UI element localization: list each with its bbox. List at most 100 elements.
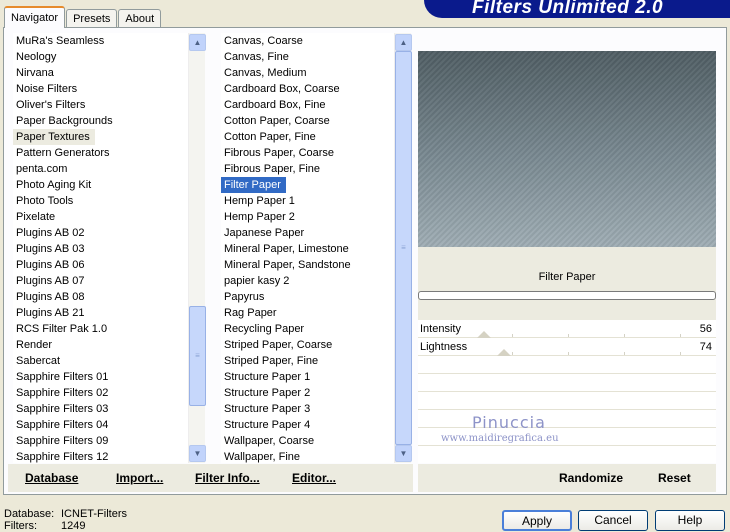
slider-value: 56 xyxy=(699,323,712,335)
filter-item[interactable]: Cardboard Box, Fine xyxy=(221,97,396,113)
filter-preview xyxy=(418,51,716,247)
slider-empty xyxy=(418,356,716,374)
scroll-up-icon[interactable]: ▲ xyxy=(189,34,206,51)
filter-item[interactable]: Mineral Paper, Sandstone xyxy=(221,257,396,273)
filter-item[interactable]: Rag Paper xyxy=(221,305,396,321)
filter-item[interactable]: Structure Paper 1 xyxy=(221,369,396,385)
progress-bar xyxy=(418,291,716,300)
tab-presets[interactable]: Presets xyxy=(66,9,118,28)
category-item[interactable]: Plugins AB 03 xyxy=(13,241,188,257)
slider-thumb[interactable] xyxy=(497,349,511,356)
category-item[interactable]: Plugins AB 06 xyxy=(13,257,188,273)
preview-spacer xyxy=(418,247,716,266)
category-item[interactable]: Neology xyxy=(13,49,188,65)
filter-item[interactable]: Recycling Paper xyxy=(221,321,396,337)
category-item[interactable]: Sapphire Filters 01 xyxy=(13,369,188,385)
slider-lightness[interactable]: Lightness 74 xyxy=(418,338,716,356)
scroll-up-icon[interactable]: ▲ xyxy=(395,34,412,51)
scroll-thumb[interactable]: ≡ xyxy=(395,51,412,445)
left-button-bar: Database Import... Filter Info... Editor… xyxy=(8,464,413,492)
import-button[interactable]: Import... xyxy=(116,471,163,485)
current-filter-name: Filter Paper xyxy=(418,266,716,288)
right-button-bar: Randomize Reset xyxy=(418,464,716,492)
editor-button[interactable]: Editor... xyxy=(292,471,336,485)
filter-list[interactable]: Canvas, Coarse Canvas, Fine Canvas, Medium… xyxy=(221,33,396,463)
tab-strip: Navigator Presets About xyxy=(4,6,162,28)
scroll-down-icon[interactable]: ▼ xyxy=(395,445,412,462)
slider-label: Intensity xyxy=(420,323,461,335)
status-database: Database: ICNET-Filters xyxy=(4,508,127,520)
category-item[interactable]: MuRa's Seamless xyxy=(13,33,188,49)
filter-item[interactable]: Papyrus xyxy=(221,289,396,305)
category-item[interactable]: Sapphire Filters 02 xyxy=(13,385,188,401)
filter-item[interactable]: Mineral Paper, Limestone xyxy=(221,241,396,257)
category-item[interactable]: penta.com xyxy=(13,161,188,177)
filter-item[interactable]: Hemp Paper 2 xyxy=(221,209,396,225)
category-item[interactable]: Sapphire Filters 03 xyxy=(13,401,188,417)
filter-item[interactable]: Wallpaper, Coarse xyxy=(221,433,396,449)
filter-item[interactable]: Cardboard Box, Coarse xyxy=(221,81,396,97)
slider-empty xyxy=(418,410,716,428)
category-item[interactable]: Sabercat xyxy=(13,353,188,369)
cancel-button[interactable]: Cancel xyxy=(578,510,648,531)
filter-item[interactable]: Japanese Paper xyxy=(221,225,396,241)
category-item[interactable]: Plugins AB 21 xyxy=(13,305,188,321)
category-item[interactable]: Noise Filters xyxy=(13,81,188,97)
watermark-name: Pinuccia xyxy=(472,413,546,432)
slider-thumb[interactable] xyxy=(477,331,491,338)
category-item[interactable]: Paper Textures xyxy=(13,129,95,145)
category-item[interactable]: Sapphire Filters 12 xyxy=(13,449,188,463)
filter-item[interactable]: Filter Paper xyxy=(221,177,286,193)
filter-item[interactable]: Hemp Paper 1 xyxy=(221,193,396,209)
reset-button[interactable]: Reset xyxy=(658,471,691,485)
slider-value: 74 xyxy=(699,341,712,353)
filter-item[interactable]: Canvas, Medium xyxy=(221,65,396,81)
category-item[interactable]: Photo Aging Kit xyxy=(13,177,188,193)
category-item[interactable]: Photo Tools xyxy=(13,193,188,209)
filter-item[interactable]: Canvas, Coarse xyxy=(221,33,396,49)
filter-item[interactable]: Fibrous Paper, Fine xyxy=(221,161,396,177)
filter-item[interactable]: Structure Paper 4 xyxy=(221,417,396,433)
status-filters-value: 1249 xyxy=(61,520,86,532)
category-item[interactable]: Plugins AB 08 xyxy=(13,289,188,305)
database-button[interactable]: Database xyxy=(25,471,78,485)
slider-empty xyxy=(418,392,716,410)
slider-empty xyxy=(418,374,716,392)
category-item[interactable]: Pixelate xyxy=(13,209,188,225)
apply-button[interactable]: Apply xyxy=(502,510,572,531)
filter-item[interactable]: Structure Paper 2 xyxy=(221,385,396,401)
status-filters-label: Filters: xyxy=(4,520,37,532)
category-item[interactable]: Render xyxy=(13,337,188,353)
filter-item[interactable]: Wallpaper, Fine xyxy=(221,449,396,463)
filter-info-button[interactable]: Filter Info... xyxy=(195,471,260,485)
tab-navigator[interactable]: Navigator xyxy=(4,6,66,28)
filter-item[interactable]: Cotton Paper, Fine xyxy=(221,129,396,145)
tab-about[interactable]: About xyxy=(118,9,162,28)
randomize-button[interactable]: Randomize xyxy=(559,471,623,485)
filter-item[interactable]: Striped Paper, Coarse xyxy=(221,337,396,353)
app-banner: Filters Unlimited 2.0 xyxy=(424,0,730,18)
category-item[interactable]: Plugins AB 02 xyxy=(13,225,188,241)
filter-item[interactable]: Striped Paper, Fine xyxy=(221,353,396,369)
category-item[interactable]: Nirvana xyxy=(13,65,188,81)
filter-item[interactable]: Canvas, Fine xyxy=(221,49,396,65)
category-item[interactable]: Sapphire Filters 04 xyxy=(13,417,188,433)
filter-item[interactable]: Fibrous Paper, Coarse xyxy=(221,145,396,161)
category-item[interactable]: Plugins AB 07 xyxy=(13,273,188,289)
scroll-down-icon[interactable]: ▼ xyxy=(189,445,206,462)
category-item[interactable]: Paper Backgrounds xyxy=(13,113,188,129)
category-scrollbar[interactable]: ▲ ≡ ▼ xyxy=(188,33,206,463)
category-item[interactable]: RCS Filter Pak 1.0 xyxy=(13,321,188,337)
filter-scrollbar[interactable]: ▲ ≡ ▼ xyxy=(394,33,412,463)
category-item[interactable]: Oliver's Filters xyxy=(13,97,188,113)
category-item[interactable]: Sapphire Filters 09 xyxy=(13,433,188,449)
slider-intensity[interactable]: Intensity 56 xyxy=(418,320,716,338)
category-item[interactable]: Pattern Generators xyxy=(13,145,188,161)
status-database-label: Database: xyxy=(4,508,55,520)
filter-item[interactable]: Structure Paper 3 xyxy=(221,401,396,417)
help-button[interactable]: Help xyxy=(655,510,725,531)
category-list[interactable]: MuRa's Seamless Neology Nirvana Noise Filte… xyxy=(13,33,188,463)
filter-item[interactable]: Cotton Paper, Coarse xyxy=(221,113,396,129)
filter-item[interactable]: papier kasy 2 xyxy=(221,273,396,289)
scroll-thumb[interactable]: ≡ xyxy=(189,306,206,406)
